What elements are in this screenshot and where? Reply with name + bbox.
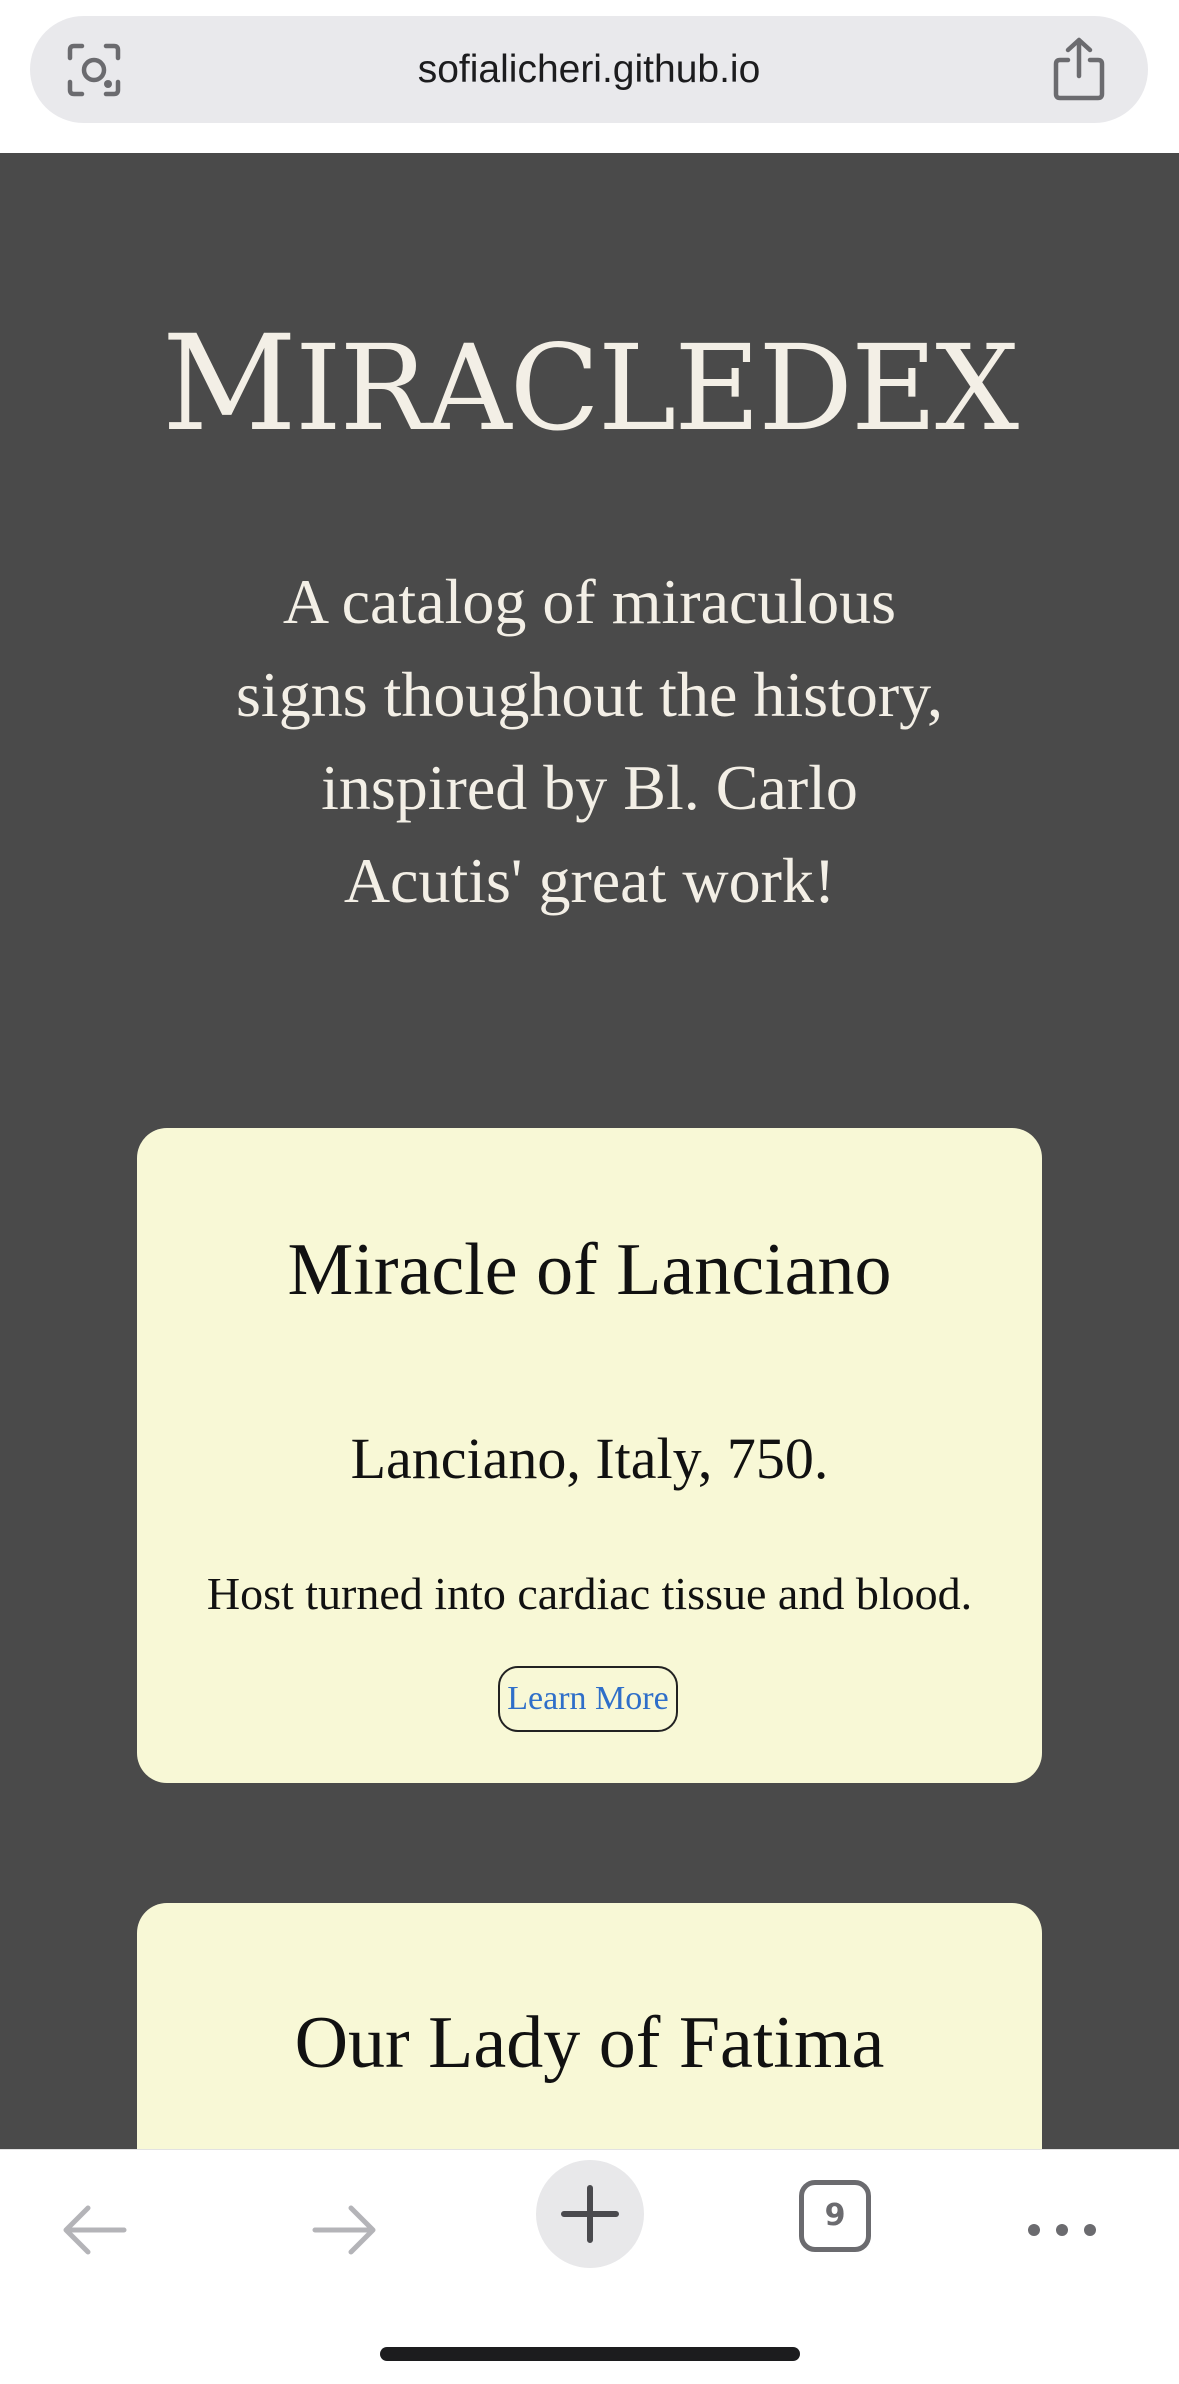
back-arrow-icon[interactable] xyxy=(58,2192,134,2268)
site-title: MIRACLEDEX xyxy=(0,318,1179,450)
card-title: Our Lady of Fatima xyxy=(294,2002,885,2084)
card-description: Host turned into cardiac tissue and bloo… xyxy=(206,1568,973,1619)
browser-bottom-toolbar: 9 xyxy=(0,2149,1179,2384)
new-tab-button[interactable] xyxy=(536,2160,644,2268)
home-indicator[interactable] xyxy=(380,2347,800,2361)
address-bar[interactable]: sofialicheri.github.io xyxy=(30,16,1148,123)
card-title: Miracle of Lanciano xyxy=(287,1229,892,1311)
browser-top-bar: sofialicheri.github.io xyxy=(0,0,1179,153)
plus-icon xyxy=(561,2185,619,2243)
learn-more-button[interactable]: Learn More xyxy=(498,1666,678,1732)
miracle-card: Our Lady of Fatima xyxy=(137,1903,1042,2149)
more-icon[interactable] xyxy=(1022,2190,1102,2270)
site-tagline: A catalog of miraculous signs thoughout … xyxy=(236,566,943,916)
site-title-initial: M xyxy=(161,307,297,461)
card-location: Lanciano, Italy, 750. xyxy=(350,1426,829,1491)
visual-search-icon[interactable] xyxy=(64,40,124,100)
site-title-rest: IRACLEDEX xyxy=(294,319,1019,457)
tabs-button[interactable]: 9 xyxy=(799,2180,871,2252)
tabs-count: 9 xyxy=(824,2198,846,2233)
share-icon[interactable] xyxy=(1050,36,1108,102)
url-text[interactable]: sofialicheri.github.io xyxy=(30,16,1148,123)
web-page: MIRACLEDEX A catalog of miraculous signs… xyxy=(0,153,1179,2149)
forward-arrow-icon[interactable] xyxy=(305,2192,381,2268)
